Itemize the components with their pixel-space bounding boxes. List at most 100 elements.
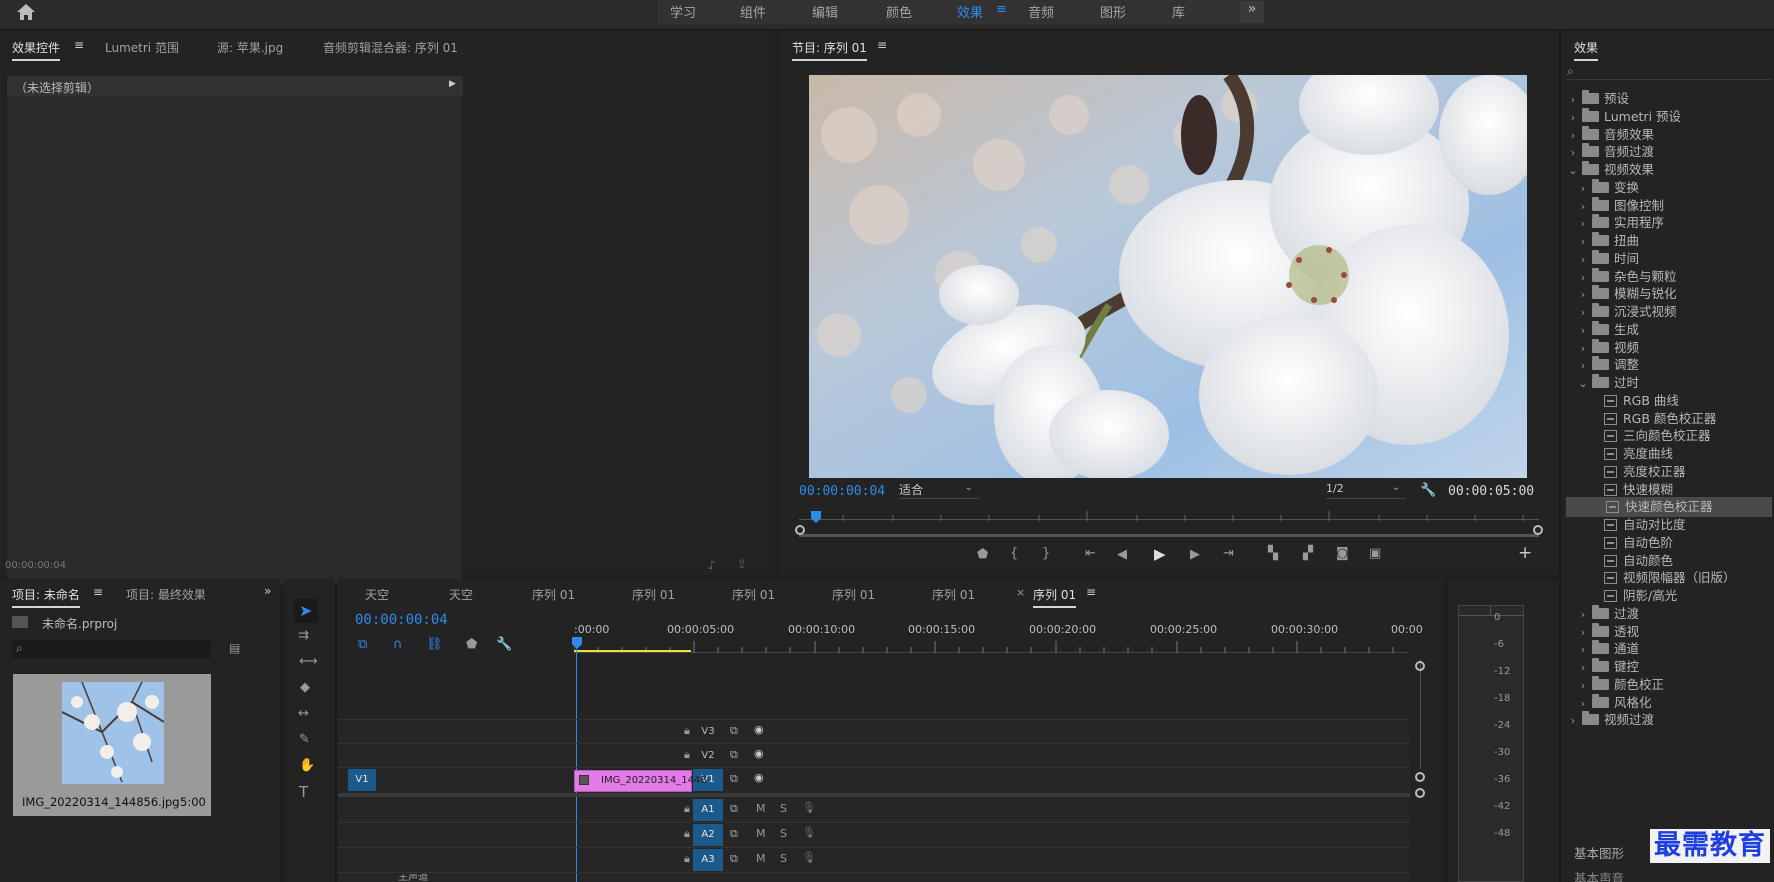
- lock-icon[interactable]: 🔒︎: [684, 852, 690, 866]
- tab-effect-controls[interactable]: 效果控件: [12, 39, 61, 61]
- slip-tool-icon[interactable]: ↔: [298, 707, 309, 720]
- zoom-handle-left[interactable]: [795, 525, 805, 535]
- step-forward-icon[interactable]: ▶: [1190, 548, 1200, 561]
- filter-audio-icon[interactable]: ♪: [708, 558, 716, 572]
- timeline-tab-active[interactable]: 序列 01: [1033, 586, 1077, 608]
- chevron-right-icon[interactable]: ›: [1568, 711, 1578, 731]
- project-clip-item[interactable]: IMG_20220314_144856.jpg 5:00: [13, 674, 211, 816]
- timeline-tab-2[interactable]: 天空: [449, 586, 473, 603]
- program-video-frame[interactable]: [809, 75, 1527, 478]
- step-back-icon[interactable]: ◀: [1117, 548, 1127, 561]
- snap-icon[interactable]: ∩: [393, 638, 403, 651]
- lock-icon[interactable]: 🔒︎: [684, 724, 690, 738]
- close-tab-icon[interactable]: ×: [1016, 586, 1025, 599]
- compare-icon[interactable]: ▣: [1369, 547, 1381, 560]
- effects-search-input[interactable]: ⌕: [1567, 64, 1772, 80]
- sync-lock-icon[interactable]: ⧉: [730, 772, 738, 786]
- add-marker-icon[interactable]: ⬟: [977, 548, 988, 561]
- source-patch-v1[interactable]: V1: [348, 769, 376, 791]
- sync-lock-icon[interactable]: ⧉: [730, 724, 738, 738]
- sync-lock-icon[interactable]: ⧉: [730, 852, 738, 866]
- timeline-tab-6[interactable]: 序列 01: [832, 586, 875, 603]
- panel-essential-graphics[interactable]: 基本图形: [1574, 843, 1624, 862]
- microphone-icon[interactable]: 🎙︎: [802, 826, 816, 839]
- fit-dropdown[interactable]: 适合 ⌄: [899, 481, 979, 499]
- mute-button[interactable]: M: [756, 852, 766, 865]
- timeline-clip-v1[interactable]: IMG_20220314_1448: [574, 770, 707, 792]
- sync-lock-icon[interactable]: ⧉: [730, 827, 738, 841]
- new-bin-icon[interactable]: ▤: [229, 641, 240, 655]
- program-monitor-title[interactable]: 节目: 序列 01: [792, 39, 867, 61]
- workspace-effects[interactable]: 效果: [957, 2, 983, 21]
- panel-menu-icon[interactable]: ≡: [877, 38, 887, 52]
- wrench-icon[interactable]: 🔧: [1420, 483, 1436, 498]
- track-label-a3[interactable]: A3: [693, 849, 723, 871]
- add-button-icon[interactable]: +: [1518, 545, 1532, 562]
- solo-button[interactable]: S: [780, 852, 787, 865]
- lock-icon[interactable]: 🔒︎: [684, 802, 690, 816]
- track-label-a1[interactable]: A1: [693, 799, 723, 821]
- mark-out-icon[interactable]: }: [1042, 547, 1050, 560]
- sync-lock-icon[interactable]: ⧉: [730, 802, 738, 816]
- program-current-timecode[interactable]: 00:00:00:04: [799, 484, 885, 499]
- hand-tool-icon[interactable]: ✋: [299, 759, 315, 772]
- add-marker-icon[interactable]: ⬟: [466, 638, 477, 651]
- type-tool-icon[interactable]: T: [299, 785, 308, 800]
- work-area-bar[interactable]: [574, 650, 691, 652]
- workspace-assembly[interactable]: 组件: [740, 2, 766, 21]
- export-icon[interactable]: ⇪: [737, 557, 747, 571]
- eye-icon[interactable]: ◉: [754, 771, 764, 784]
- track-select-tool-icon[interactable]: ⇉: [298, 629, 309, 642]
- timeline-tab-5[interactable]: 序列 01: [732, 586, 775, 603]
- workspace-graphics[interactable]: 图形: [1100, 2, 1126, 21]
- workspace-audio[interactable]: 音频: [1028, 2, 1054, 21]
- pen-tool-icon[interactable]: ✎: [299, 733, 310, 746]
- zoom-bar[interactable]: [799, 527, 1539, 537]
- workspace-learn[interactable]: 学习: [670, 2, 696, 21]
- extract-icon[interactable]: ▞: [1303, 547, 1313, 560]
- export-frame-icon[interactable]: ◙: [1336, 547, 1349, 560]
- lock-icon[interactable]: 🔒︎: [684, 748, 690, 762]
- timeline-tab-3[interactable]: 序列 01: [532, 586, 575, 603]
- timeline-tab-7[interactable]: 序列 01: [932, 586, 975, 603]
- project-search-input[interactable]: ⌕: [12, 640, 211, 658]
- razor-tool-icon[interactable]: ◆: [300, 681, 310, 694]
- home-icon[interactable]: [16, 3, 36, 21]
- microphone-icon[interactable]: 🎙︎: [802, 801, 816, 814]
- lift-icon[interactable]: ▚: [1268, 547, 1278, 560]
- tab-source[interactable]: 源: 苹果.jpg: [217, 39, 283, 56]
- go-to-out-icon[interactable]: ⇥: [1223, 547, 1234, 560]
- timeline-tab-4[interactable]: 序列 01: [632, 586, 675, 603]
- panel-menu-icon[interactable]: ≡: [1086, 585, 1096, 599]
- scroll-handle-bottom[interactable]: [1415, 772, 1425, 782]
- timeline-timecode[interactable]: 00:00:00:04: [355, 612, 448, 628]
- play-arrow-icon[interactable]: ▶: [449, 79, 456, 89]
- playhead[interactable]: [811, 511, 821, 523]
- nest-icon[interactable]: ⧉: [358, 638, 367, 651]
- resolution-dropdown[interactable]: 1/2 ⌄: [1326, 481, 1406, 499]
- eye-icon[interactable]: ◉: [754, 747, 764, 760]
- track-label-v3[interactable]: V3: [693, 721, 723, 743]
- play-icon[interactable]: ▶: [1154, 547, 1166, 562]
- panel-menu-icon[interactable]: ≡: [93, 585, 103, 599]
- mark-in-icon[interactable]: {: [1010, 547, 1018, 560]
- effects-panel-title[interactable]: 效果: [1574, 39, 1599, 61]
- effects-item[interactable]: › 视频过渡: [1564, 710, 1770, 730]
- panel-menu-icon[interactable]: ≡: [74, 38, 84, 52]
- workspace-menu-icon[interactable]: ≡: [996, 2, 1007, 17]
- tab-lumetri-scopes[interactable]: Lumetri 范围: [105, 39, 179, 56]
- linked-selection-icon[interactable]: ⛓: [426, 638, 443, 651]
- track-label-a2[interactable]: A2: [693, 824, 723, 846]
- panel-essential-sound[interactable]: 基本声音: [1574, 868, 1624, 882]
- ripple-edit-tool-icon[interactable]: ⟷: [299, 655, 318, 668]
- lock-icon[interactable]: 🔒︎: [684, 827, 690, 841]
- sync-lock-icon[interactable]: ⧉: [730, 748, 738, 762]
- tab-audio-clip-mixer[interactable]: 音频剪辑混合器: 序列 01: [323, 39, 458, 56]
- go-to-in-icon[interactable]: ⇤: [1085, 547, 1096, 560]
- more-tabs-icon[interactable]: »: [264, 584, 271, 598]
- workspace-color[interactable]: 颜色: [886, 2, 912, 21]
- zoom-handle-right[interactable]: [1533, 525, 1543, 535]
- scroll-handle-audio[interactable]: [1415, 788, 1425, 798]
- more-workspaces-icon[interactable]: »: [1240, 1, 1264, 23]
- timeline-settings-icon[interactable]: 🔧: [496, 638, 512, 651]
